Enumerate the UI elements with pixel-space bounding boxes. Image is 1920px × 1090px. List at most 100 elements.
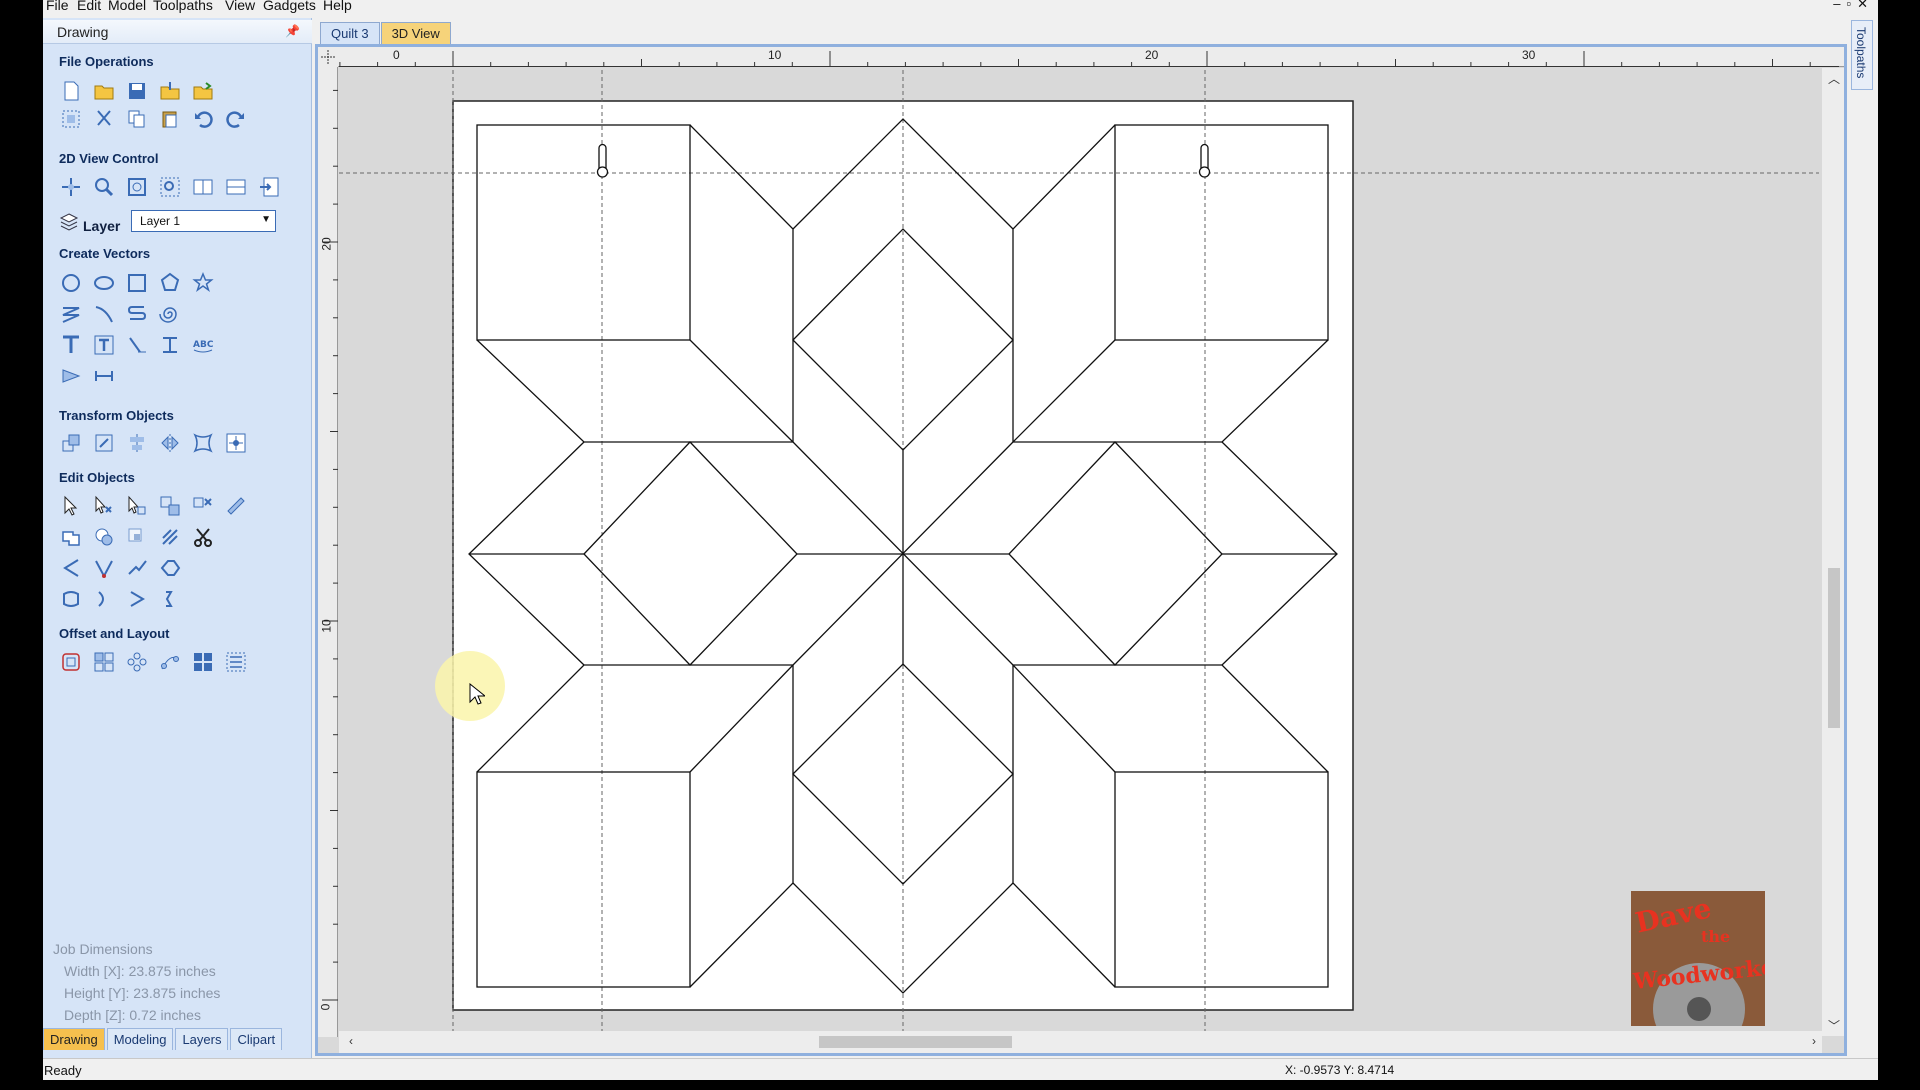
bracket-left-icon[interactable] (91, 586, 116, 611)
nesting-icon[interactable] (190, 649, 215, 674)
subtract-icon[interactable] (91, 524, 116, 549)
fillet-icon[interactable] (157, 524, 182, 549)
2d-viewport: 0 10 20 30 20 10 0 ︿ ﹀ ‹ › (315, 44, 1847, 1056)
intersect-icon[interactable] (124, 524, 149, 549)
join-icon[interactable] (124, 555, 149, 580)
tab-quilt-3[interactable]: Quilt 3 (320, 22, 380, 44)
move-icon[interactable] (58, 430, 83, 455)
close-vector-icon[interactable] (157, 555, 182, 580)
save-icon[interactable] (124, 78, 149, 103)
spline-icon[interactable] (124, 301, 149, 326)
layer-stack-icon (59, 212, 79, 237)
view-3d-icon[interactable] (256, 174, 281, 199)
text-icon[interactable] (58, 332, 83, 357)
vertical-scrollbar[interactable]: ︿ ﹀ (1822, 68, 1844, 1036)
smooth-icon[interactable] (58, 586, 83, 611)
export-icon[interactable] (190, 78, 215, 103)
rectangle-icon[interactable] (124, 270, 149, 295)
paste-icon[interactable] (157, 106, 182, 131)
menu-edit[interactable]: Edit (77, 0, 101, 13)
transform-select-icon[interactable] (124, 493, 149, 518)
measure-icon[interactable] (91, 363, 116, 388)
select-tool-icon[interactable] (58, 493, 83, 518)
chevron-down-icon: ▼ (261, 214, 271, 225)
weld-icon[interactable] (58, 524, 83, 549)
text-arc-icon[interactable] (157, 332, 182, 357)
offset-icon[interactable] (58, 649, 83, 674)
align-icon[interactable] (124, 430, 149, 455)
horizontal-scrollbar[interactable]: ‹ › (339, 1031, 1822, 1053)
menu-gadgets[interactable]: Gadgets (263, 0, 316, 13)
menu-model[interactable]: Model (108, 0, 146, 13)
set-position-icon[interactable] (223, 430, 248, 455)
delete-icon[interactable] (190, 493, 215, 518)
tab-drawing[interactable]: Drawing (43, 1028, 105, 1050)
copy-along-vector-icon[interactable] (157, 649, 182, 674)
tab-layers[interactable]: Layers (175, 1028, 229, 1050)
menu-help[interactable]: Help (323, 0, 352, 13)
menu-file[interactable]: File (46, 0, 69, 13)
dimension-icon[interactable] (58, 363, 83, 388)
curve-icon[interactable] (91, 301, 116, 326)
bracket-right-icon[interactable] (157, 586, 182, 611)
polygon-icon[interactable] (157, 270, 182, 295)
pin-icon[interactable]: 📌 (285, 24, 300, 38)
toolpaths-side-tab[interactable]: Toolpaths (1851, 20, 1873, 90)
undo-icon[interactable] (190, 106, 215, 131)
drawing-canvas[interactable] (339, 68, 1819, 1046)
window-controls[interactable]: ‒▫✕ (1833, 0, 1874, 12)
scroll-right-icon[interactable]: › (1812, 1034, 1816, 1048)
status-ready: Ready (44, 1063, 82, 1078)
redo-icon[interactable] (223, 106, 248, 131)
layer-dropdown[interactable]: Layer 1 ▼ (131, 210, 276, 232)
spiral-icon[interactable] (157, 301, 182, 326)
ruler-label-10: 10 (768, 48, 782, 62)
menu-toolpaths[interactable]: Toolpaths (153, 0, 213, 13)
scissors-icon[interactable] (190, 524, 215, 549)
interactive-icon[interactable] (157, 493, 182, 518)
copy-icon[interactable] (124, 106, 149, 131)
vertical-scroll-thumb[interactable] (1828, 568, 1840, 728)
v-angle-icon[interactable] (91, 555, 116, 580)
zoom-icon[interactable] (91, 174, 116, 199)
circular-array-icon[interactable] (124, 649, 149, 674)
star-icon[interactable] (190, 270, 215, 295)
import-icon[interactable] (157, 78, 182, 103)
text-abc-icon[interactable]: ABC (190, 332, 215, 357)
circle-icon[interactable] (58, 270, 83, 295)
tab-clipart[interactable]: Clipart (230, 1028, 283, 1050)
scale-icon[interactable] (91, 430, 116, 455)
array-copy-icon[interactable] (91, 649, 116, 674)
scroll-up-icon[interactable]: ︿ (1828, 70, 1840, 87)
zoom-window-icon[interactable] (157, 174, 182, 199)
fit-icon[interactable] (223, 649, 248, 674)
scroll-left-icon[interactable]: ‹ (349, 1034, 353, 1048)
horizontal-scroll-thumb[interactable] (819, 1036, 1012, 1048)
pan-icon[interactable] (58, 174, 83, 199)
menu-view[interactable]: View (225, 0, 255, 13)
open-file-icon[interactable] (91, 78, 116, 103)
tab-3d-view[interactable]: 3D View (380, 22, 451, 44)
bracket-mid-icon[interactable] (124, 586, 149, 611)
select-all-icon[interactable] (58, 106, 83, 131)
ellipse-icon[interactable] (91, 270, 116, 295)
node-edit-icon[interactable] (91, 493, 116, 518)
auto-layout-text-icon[interactable] (91, 332, 116, 357)
ruler-corner[interactable] (318, 47, 338, 67)
distort-icon[interactable] (190, 430, 215, 455)
angle-icon[interactable] (58, 555, 83, 580)
section-offset-layout: Offset and Layout (59, 626, 170, 641)
new-file-icon[interactable] (58, 78, 83, 103)
view-split-icon[interactable] (190, 174, 215, 199)
zoom-extents-icon[interactable] (124, 174, 149, 199)
view-rulers-icon[interactable] (223, 174, 248, 199)
text-on-curve-icon[interactable] (124, 332, 149, 357)
measure-tool-icon[interactable] (223, 493, 248, 518)
tab-modeling[interactable]: Modeling (106, 1028, 174, 1050)
mirror-icon[interactable] (157, 430, 182, 455)
quilt-drawing (339, 68, 1819, 1046)
polyline-icon[interactable] (58, 301, 83, 326)
scroll-down-icon[interactable]: ﹀ (1828, 1017, 1840, 1034)
cut-icon[interactable] (91, 106, 116, 131)
section-transform-objects: Transform Objects (59, 408, 174, 423)
